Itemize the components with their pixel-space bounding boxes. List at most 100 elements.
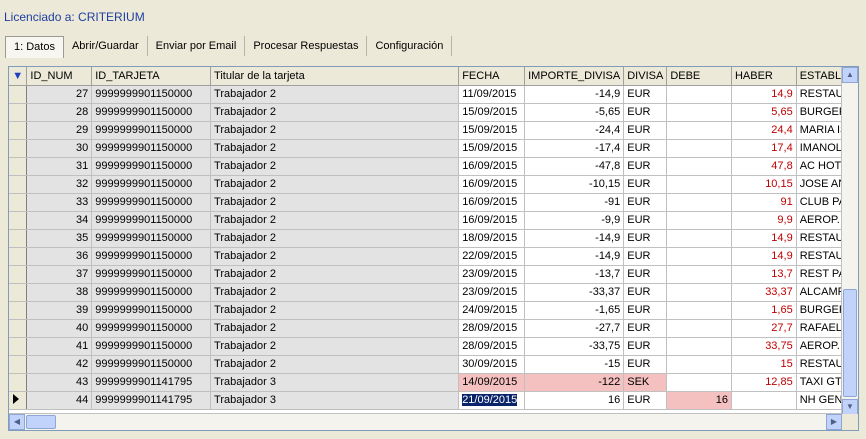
- cell-haber[interactable]: 17,4: [731, 139, 797, 158]
- cell-haber[interactable]: 9,9: [731, 211, 797, 230]
- cell-haber[interactable]: 14,9: [731, 85, 797, 104]
- cell-titular[interactable]: Trabajador 3: [210, 373, 460, 392]
- tab-abrir-guardar[interactable]: Abrir/Guardar: [64, 36, 148, 56]
- cell-haber[interactable]: 24,4: [731, 121, 797, 140]
- table-row[interactable]: 33 9999999901150000 Trabajador 2 16/09/2015…: [9, 193, 858, 212]
- cell-id-tarjeta[interactable]: 9999999901150000: [91, 229, 212, 248]
- cell-debe[interactable]: [666, 85, 732, 104]
- cell-importe-divisa[interactable]: 16: [524, 391, 625, 410]
- cell-importe-divisa[interactable]: -15: [524, 355, 625, 374]
- cell-importe-divisa[interactable]: -122: [524, 373, 625, 392]
- cell-fecha[interactable]: 28/09/2015: [458, 319, 526, 338]
- table-row[interactable]: 28 9999999901150000 Trabajador 2 15/09/2015…: [9, 103, 858, 122]
- cell-divisa[interactable]: EUR: [623, 229, 668, 248]
- cell-fecha[interactable]: 23/09/2015: [458, 283, 526, 302]
- table-row[interactable]: 38 9999999901150000 Trabajador 2 23/09/2015…: [9, 283, 858, 302]
- cell-id-tarjeta[interactable]: 9999999901150000: [91, 85, 212, 104]
- tab-enviar-email[interactable]: Enviar por Email: [148, 36, 246, 56]
- cell-haber[interactable]: 27,7: [731, 319, 797, 338]
- cell-divisa[interactable]: EUR: [623, 103, 668, 122]
- cell-debe[interactable]: [666, 301, 732, 320]
- cell-divisa[interactable]: EUR: [623, 355, 668, 374]
- cell-haber[interactable]: 47,8: [731, 157, 797, 176]
- cell-id-num[interactable]: 37: [26, 265, 93, 284]
- data-grid[interactable]: ▼ ID_NUM ID_TARJETA Titular de la tarjet…: [8, 66, 859, 431]
- cell-id-num[interactable]: 36: [26, 247, 93, 266]
- cell-debe[interactable]: [666, 229, 732, 248]
- cell-fecha[interactable]: 16/09/2015: [458, 211, 526, 230]
- cell-titular[interactable]: Trabajador 2: [210, 355, 460, 374]
- cell-id-tarjeta[interactable]: 9999999901150000: [91, 157, 212, 176]
- cell-fecha[interactable]: 18/09/2015: [458, 229, 526, 248]
- table-row[interactable]: 31 9999999901150000 Trabajador 2 16/09/2015…: [9, 157, 858, 176]
- sort-indicator-icon[interactable]: ▼: [9, 67, 28, 86]
- cell-id-tarjeta[interactable]: 9999999901150000: [91, 319, 212, 338]
- cell-debe[interactable]: [666, 319, 732, 338]
- cell-fecha[interactable]: 23/09/2015: [458, 265, 526, 284]
- cell-titular[interactable]: Trabajador 2: [210, 157, 460, 176]
- cell-id-num[interactable]: 32: [26, 175, 93, 194]
- cell-haber[interactable]: 14,9: [731, 247, 797, 266]
- cell-importe-divisa[interactable]: -13,7: [524, 265, 625, 284]
- cell-id-tarjeta[interactable]: 9999999901150000: [91, 355, 212, 374]
- col-header-debe[interactable]: DEBE: [666, 67, 732, 86]
- cell-haber[interactable]: 33,37: [731, 283, 797, 302]
- vertical-scrollbar[interactable]: ▲ ▼: [841, 67, 858, 415]
- cell-debe[interactable]: [666, 139, 732, 158]
- cell-divisa[interactable]: EUR: [623, 301, 668, 320]
- cell-fecha[interactable]: 16/09/2015: [458, 175, 526, 194]
- col-header-titular[interactable]: Titular de la tarjeta: [210, 67, 460, 86]
- cell-importe-divisa[interactable]: -33,37: [524, 283, 625, 302]
- cell-id-num[interactable]: 27: [26, 85, 93, 104]
- cell-debe[interactable]: [666, 355, 732, 374]
- cell-importe-divisa[interactable]: -9,9: [524, 211, 625, 230]
- cell-titular[interactable]: Trabajador 2: [210, 139, 460, 158]
- table-row[interactable]: 30 9999999901150000 Trabajador 2 15/09/2015…: [9, 139, 858, 158]
- tab-configuracion[interactable]: Configuración: [367, 36, 453, 56]
- cell-debe[interactable]: [666, 157, 732, 176]
- cell-importe-divisa[interactable]: -10,15: [524, 175, 625, 194]
- cell-id-tarjeta[interactable]: 9999999901150000: [91, 193, 212, 212]
- cell-fecha[interactable]: 16/09/2015: [458, 193, 526, 212]
- cell-id-tarjeta[interactable]: 9999999901150000: [91, 265, 212, 284]
- cell-haber[interactable]: 13,7: [731, 265, 797, 284]
- cell-titular[interactable]: Trabajador 2: [210, 121, 460, 140]
- col-header-haber[interactable]: HABER: [731, 67, 797, 86]
- cell-divisa[interactable]: EUR: [623, 247, 668, 266]
- cell-id-num[interactable]: 35: [26, 229, 93, 248]
- cell-titular[interactable]: Trabajador 2: [210, 193, 460, 212]
- cell-haber[interactable]: 10,15: [731, 175, 797, 194]
- cell-id-tarjeta[interactable]: 9999999901150000: [91, 175, 212, 194]
- cell-titular[interactable]: Trabajador 2: [210, 229, 460, 248]
- cell-haber[interactable]: 1,65: [731, 301, 797, 320]
- cell-titular[interactable]: Trabajador 2: [210, 85, 460, 104]
- cell-id-num[interactable]: 42: [26, 355, 93, 374]
- cell-titular[interactable]: Trabajador 2: [210, 247, 460, 266]
- col-header-divisa[interactable]: DIVISA: [623, 67, 668, 86]
- scroll-up-icon[interactable]: ▲: [842, 67, 858, 83]
- table-row[interactable]: 43 9999999901141795 Trabajador 3 14/09/2015…: [9, 373, 858, 392]
- cell-id-tarjeta[interactable]: 9999999901150000: [91, 139, 212, 158]
- cell-fecha[interactable]: 16/09/2015: [458, 157, 526, 176]
- table-row[interactable]: 29 9999999901150000 Trabajador 2 15/09/2015…: [9, 121, 858, 140]
- table-row[interactable]: 40 9999999901150000 Trabajador 2 28/09/2015…: [9, 319, 858, 338]
- cell-id-tarjeta[interactable]: 9999999901150000: [91, 247, 212, 266]
- cell-titular[interactable]: Trabajador 3: [210, 391, 460, 410]
- col-header-fecha[interactable]: FECHA: [458, 67, 526, 86]
- cell-haber[interactable]: 33,75: [731, 337, 797, 356]
- cell-divisa[interactable]: EUR: [623, 121, 668, 140]
- tab-procesar-respuestas[interactable]: Procesar Respuestas: [245, 36, 368, 56]
- cell-importe-divisa[interactable]: -91: [524, 193, 625, 212]
- cell-importe-divisa[interactable]: -5,65: [524, 103, 625, 122]
- cell-id-tarjeta[interactable]: 9999999901150000: [91, 337, 212, 356]
- cell-id-num[interactable]: 34: [26, 211, 93, 230]
- scroll-down-icon[interactable]: ▼: [842, 399, 858, 415]
- col-header-id-num[interactable]: ID_NUM: [26, 67, 93, 86]
- cell-titular[interactable]: Trabajador 2: [210, 211, 460, 230]
- cell-importe-divisa[interactable]: -33,75: [524, 337, 625, 356]
- cell-fecha[interactable]: 21/09/2015: [458, 391, 526, 410]
- table-row[interactable]: 39 9999999901150000 Trabajador 2 24/09/2015…: [9, 301, 858, 320]
- cell-debe[interactable]: [666, 283, 732, 302]
- cell-divisa[interactable]: EUR: [623, 283, 668, 302]
- table-row[interactable]: 27 9999999901150000 Trabajador 2 11/09/2015…: [9, 85, 858, 104]
